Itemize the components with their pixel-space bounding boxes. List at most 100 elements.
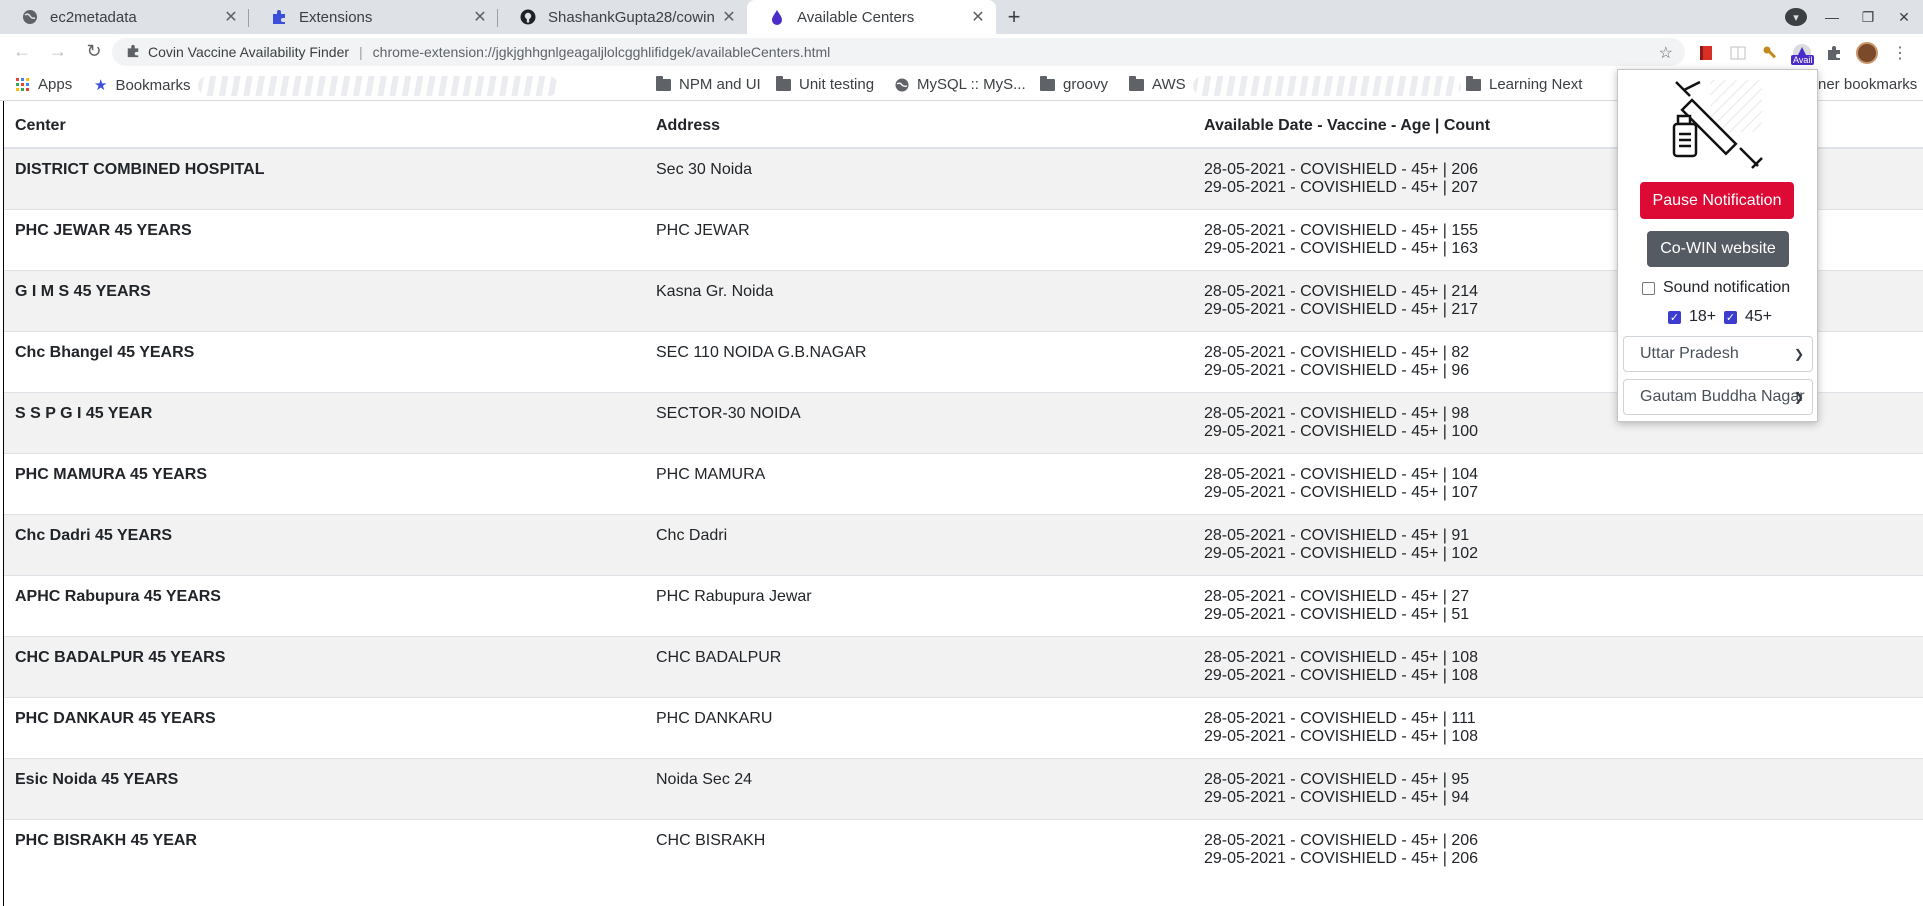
vaccine-extension-icon[interactable]: Avail	[1791, 43, 1815, 65]
url-text[interactable]: chrome-extension://jgkjghhgnlgeagaljlolc…	[373, 44, 831, 60]
availability-cell: 28-05-2021 - COVISHIELD - 45+ | 206 29-05…	[1193, 818, 1923, 880]
age-45-checkbox[interactable]: ✓	[1724, 310, 1737, 324]
tab-extensions[interactable]: Extensions ✕	[249, 0, 498, 34]
availability-cell: 28-05-2021 - COVISHIELD - 45+ | 95 29-05-…	[1193, 757, 1923, 819]
address-bar[interactable]: Covin Vaccine Availability Finder | chro…	[112, 38, 1685, 66]
age-45-option[interactable]: ✓ 45+	[1724, 308, 1772, 326]
tab-title: Available Centers	[797, 8, 915, 26]
close-icon[interactable]: ✕	[472, 7, 488, 27]
reload-icon[interactable]: ↻	[80, 41, 108, 62]
close-icon[interactable]: ✕	[223, 7, 239, 27]
bookmark-unit-testing[interactable]: Unit testing	[776, 75, 874, 93]
address-cell: CHC BADALPUR	[645, 635, 1193, 697]
center-name-cell: PHC DANKAUR 45 YEARS	[4, 696, 645, 758]
address-cell: SEC 110 NOIDA G.B.NAGAR	[645, 330, 1193, 392]
vaccine-syringe-logo	[1672, 80, 1763, 169]
availability-line: 29-05-2021 - COVISHIELD - 45+ | 100	[1204, 422, 1479, 440]
apps-grid-icon	[16, 77, 30, 92]
bookmark-aws[interactable]: AWS	[1129, 75, 1186, 93]
age-18-option[interactable]: ✓ 18+	[1668, 308, 1716, 326]
sound-notification-label: Sound notification	[1663, 279, 1791, 296]
address-cell: Sec 30 Noida	[645, 147, 1193, 209]
center-name-cell: G I M S 45 YEARS	[4, 269, 645, 331]
bookmark-groovy[interactable]: groovy	[1040, 75, 1109, 93]
folder-icon	[656, 75, 671, 91]
folder-icon	[1129, 75, 1144, 91]
table-row: PHC DANKAUR 45 YEARS PHC DANKARU 28-05-202…	[4, 696, 1923, 758]
cowin-website-button[interactable]: Co-WIN website	[1647, 231, 1789, 267]
folder-icon	[1466, 75, 1481, 91]
tab-search-icon[interactable]: ▾	[1785, 8, 1807, 26]
bookmark-label: MySQL :: MyS...	[917, 76, 1026, 93]
availability-cell: 28-05-2021 - COVISHIELD - 45+ | 111 29-05…	[1193, 696, 1923, 758]
state-select[interactable]: Uttar Pradesh ❯	[1623, 336, 1813, 372]
bookmark-other[interactable]: ner bookmarks	[1818, 76, 1917, 93]
bookmark-label: groovy	[1063, 76, 1109, 93]
star-icon[interactable]: ☆	[1659, 43, 1673, 63]
chevron-down-icon: ❯	[1793, 390, 1804, 404]
availability-cell: 28-05-2021 - COVISHIELD - 45+ | 108 29-05…	[1193, 635, 1923, 697]
star-icon: ★	[94, 77, 108, 94]
bookmark-bookmarks[interactable]: ★ Bookmarks	[94, 76, 190, 95]
puzzle-icon	[271, 9, 287, 25]
forward-icon[interactable]: →	[44, 41, 72, 62]
puzzle-icon	[126, 44, 140, 61]
close-window-icon[interactable]: ✕	[1893, 9, 1915, 26]
tab-title: Extensions	[299, 8, 373, 26]
tab-title: ShashankGupta28/cowin	[548, 8, 715, 26]
restore-icon[interactable]: ❐	[1857, 9, 1879, 26]
back-icon[interactable]: ←	[8, 41, 36, 62]
extension-badge: Avail	[1791, 55, 1815, 65]
pause-notification-button[interactable]: Pause Notification	[1640, 182, 1794, 219]
header-address: Address	[645, 101, 1193, 149]
address-cell: CHC BISRAKH	[645, 818, 1193, 880]
folder-icon	[776, 75, 791, 91]
tab-ec2metadata[interactable]: ec2metadata ✕	[0, 0, 249, 34]
availability-line: 28-05-2021 - COVISHIELD - 45+ | 91	[1204, 526, 1470, 544]
close-icon[interactable]: ✕	[721, 7, 737, 27]
bookmark-label: Learning Next	[1489, 76, 1583, 93]
age-18-label: 18+	[1689, 308, 1717, 325]
tab-available-centers[interactable]: Available Centers ✕	[747, 0, 996, 34]
red-book-extension-icon[interactable]	[1696, 43, 1716, 63]
github-icon	[520, 9, 536, 25]
grid-extension-icon[interactable]	[1728, 43, 1748, 63]
availability-line: 29-05-2021 - COVISHIELD - 45+ | 108	[1204, 666, 1479, 684]
menu-icon[interactable]: ⋮	[1890, 43, 1910, 63]
table-row: CHC BADALPUR 45 YEARS CHC BADALPUR 28-05-2…	[4, 635, 1923, 697]
address-cell: Chc Dadri	[645, 513, 1193, 575]
availability-line: 28-05-2021 - COVISHIELD - 45+ | 95	[1204, 770, 1470, 788]
tab-strip: ec2metadata ✕ Extensions ✕ ShashankGupta…	[0, 0, 1923, 34]
availability-line: 29-05-2021 - COVISHIELD - 45+ | 108	[1204, 727, 1479, 745]
bookmark-mysql[interactable]: MySQL :: MyS...	[895, 76, 1026, 93]
profile-avatar[interactable]	[1856, 42, 1878, 64]
minimize-icon[interactable]: —	[1821, 9, 1843, 25]
bookmark-apps[interactable]: Apps	[16, 76, 72, 93]
close-icon[interactable]: ✕	[970, 7, 986, 27]
sound-notification-option[interactable]: Sound notification	[1642, 279, 1790, 297]
center-name-cell: S S P G I 45 YEAR	[4, 391, 645, 453]
table-row: APHC Rabupura 45 YEARS PHC Rabupura Jewar…	[4, 574, 1923, 636]
omnibox-divider: |	[359, 44, 363, 60]
bookmark-label: Apps	[38, 76, 73, 93]
availability-line: 28-05-2021 - COVISHIELD - 45+ | 104	[1204, 465, 1479, 483]
globe-icon	[22, 9, 38, 25]
age-18-checkbox[interactable]: ✓	[1668, 310, 1681, 324]
folder-icon	[1040, 75, 1055, 91]
new-tab-button[interactable]: +	[996, 0, 1032, 34]
extensions-puzzle-icon[interactable]	[1824, 43, 1844, 63]
address-cell: PHC Rabupura Jewar	[645, 574, 1193, 636]
bookmark-npm[interactable]: NPM and UI	[656, 75, 761, 93]
drop-icon	[769, 9, 785, 25]
availability-line: 29-05-2021 - COVISHIELD - 45+ | 102	[1204, 544, 1479, 562]
tab-github[interactable]: ShashankGupta28/cowin ✕	[498, 0, 747, 34]
district-select[interactable]: Gautam Buddha Nagar ❯	[1623, 379, 1813, 415]
availability-line: 29-05-2021 - COVISHIELD - 45+ | 206	[1204, 849, 1479, 867]
key-extension-icon[interactable]	[1760, 43, 1780, 63]
sound-notification-checkbox[interactable]	[1642, 281, 1655, 295]
bookmark-label: ner bookmarks	[1818, 76, 1918, 93]
center-name-cell: Esic Noida 45 YEARS	[4, 757, 645, 819]
address-cell: Kasna Gr. Noida	[645, 269, 1193, 331]
bookmark-learning-next[interactable]: Learning Next	[1466, 75, 1583, 93]
availability-cell: 28-05-2021 - COVISHIELD - 45+ | 27 29-05-…	[1193, 574, 1923, 636]
